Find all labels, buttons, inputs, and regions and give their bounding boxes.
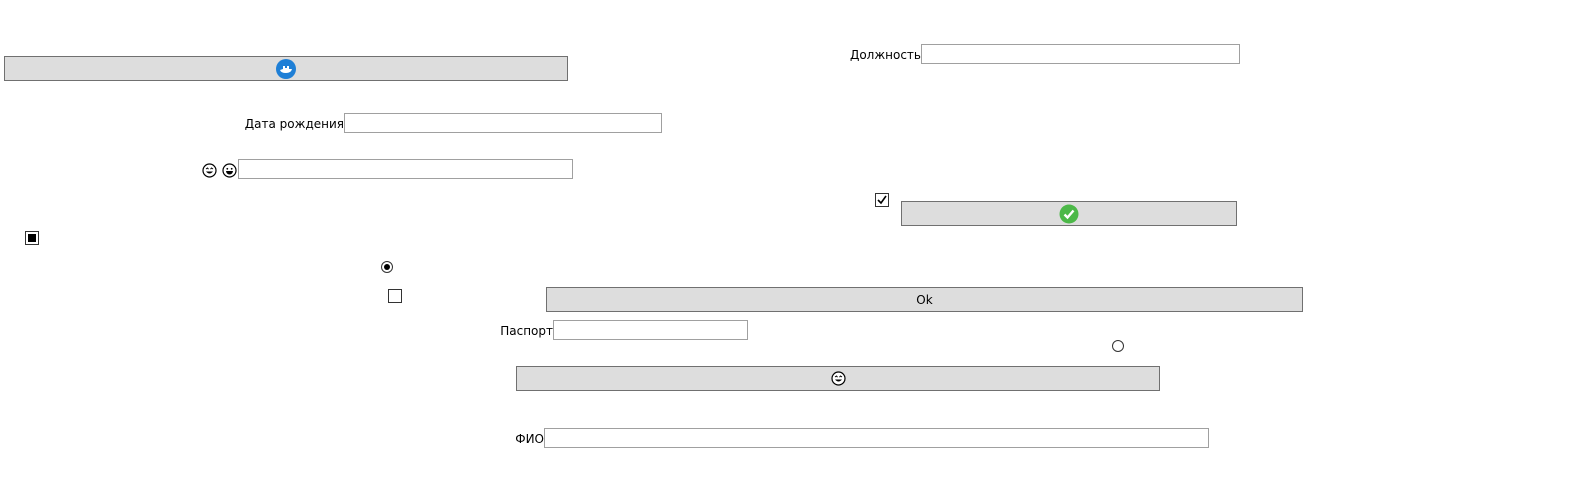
confirm-button[interactable]	[901, 201, 1237, 226]
checkbox-unchecked[interactable]	[388, 289, 402, 303]
smiley-face-icon	[830, 371, 846, 386]
birth-date-input[interactable]	[344, 113, 662, 133]
radio-unselected[interactable]	[1112, 340, 1124, 352]
position-label: Должность	[849, 48, 921, 62]
radio-selected[interactable]	[381, 261, 393, 273]
birth-date-label: Дата рождения	[244, 117, 344, 131]
full-name-input[interactable]	[544, 428, 1209, 448]
emoji-input[interactable]	[238, 159, 573, 179]
smiley-button[interactable]	[516, 366, 1160, 391]
passport-label: Паспорт	[500, 324, 553, 338]
green-check-circle-icon	[1059, 204, 1079, 224]
position-input[interactable]	[921, 44, 1240, 64]
grinning-face-icon	[222, 163, 237, 178]
whale-button[interactable]	[4, 56, 568, 81]
laughing-face-icon	[202, 163, 217, 178]
ok-button-label: Ok	[916, 292, 933, 307]
passport-input[interactable]	[553, 320, 748, 340]
full-name-label: ФИО	[515, 432, 544, 446]
checkbox-checked[interactable]	[875, 193, 889, 207]
ok-button[interactable]: Ok	[546, 287, 1303, 312]
checkbox-indeterminate[interactable]	[25, 231, 39, 245]
whale-icon	[275, 58, 297, 80]
